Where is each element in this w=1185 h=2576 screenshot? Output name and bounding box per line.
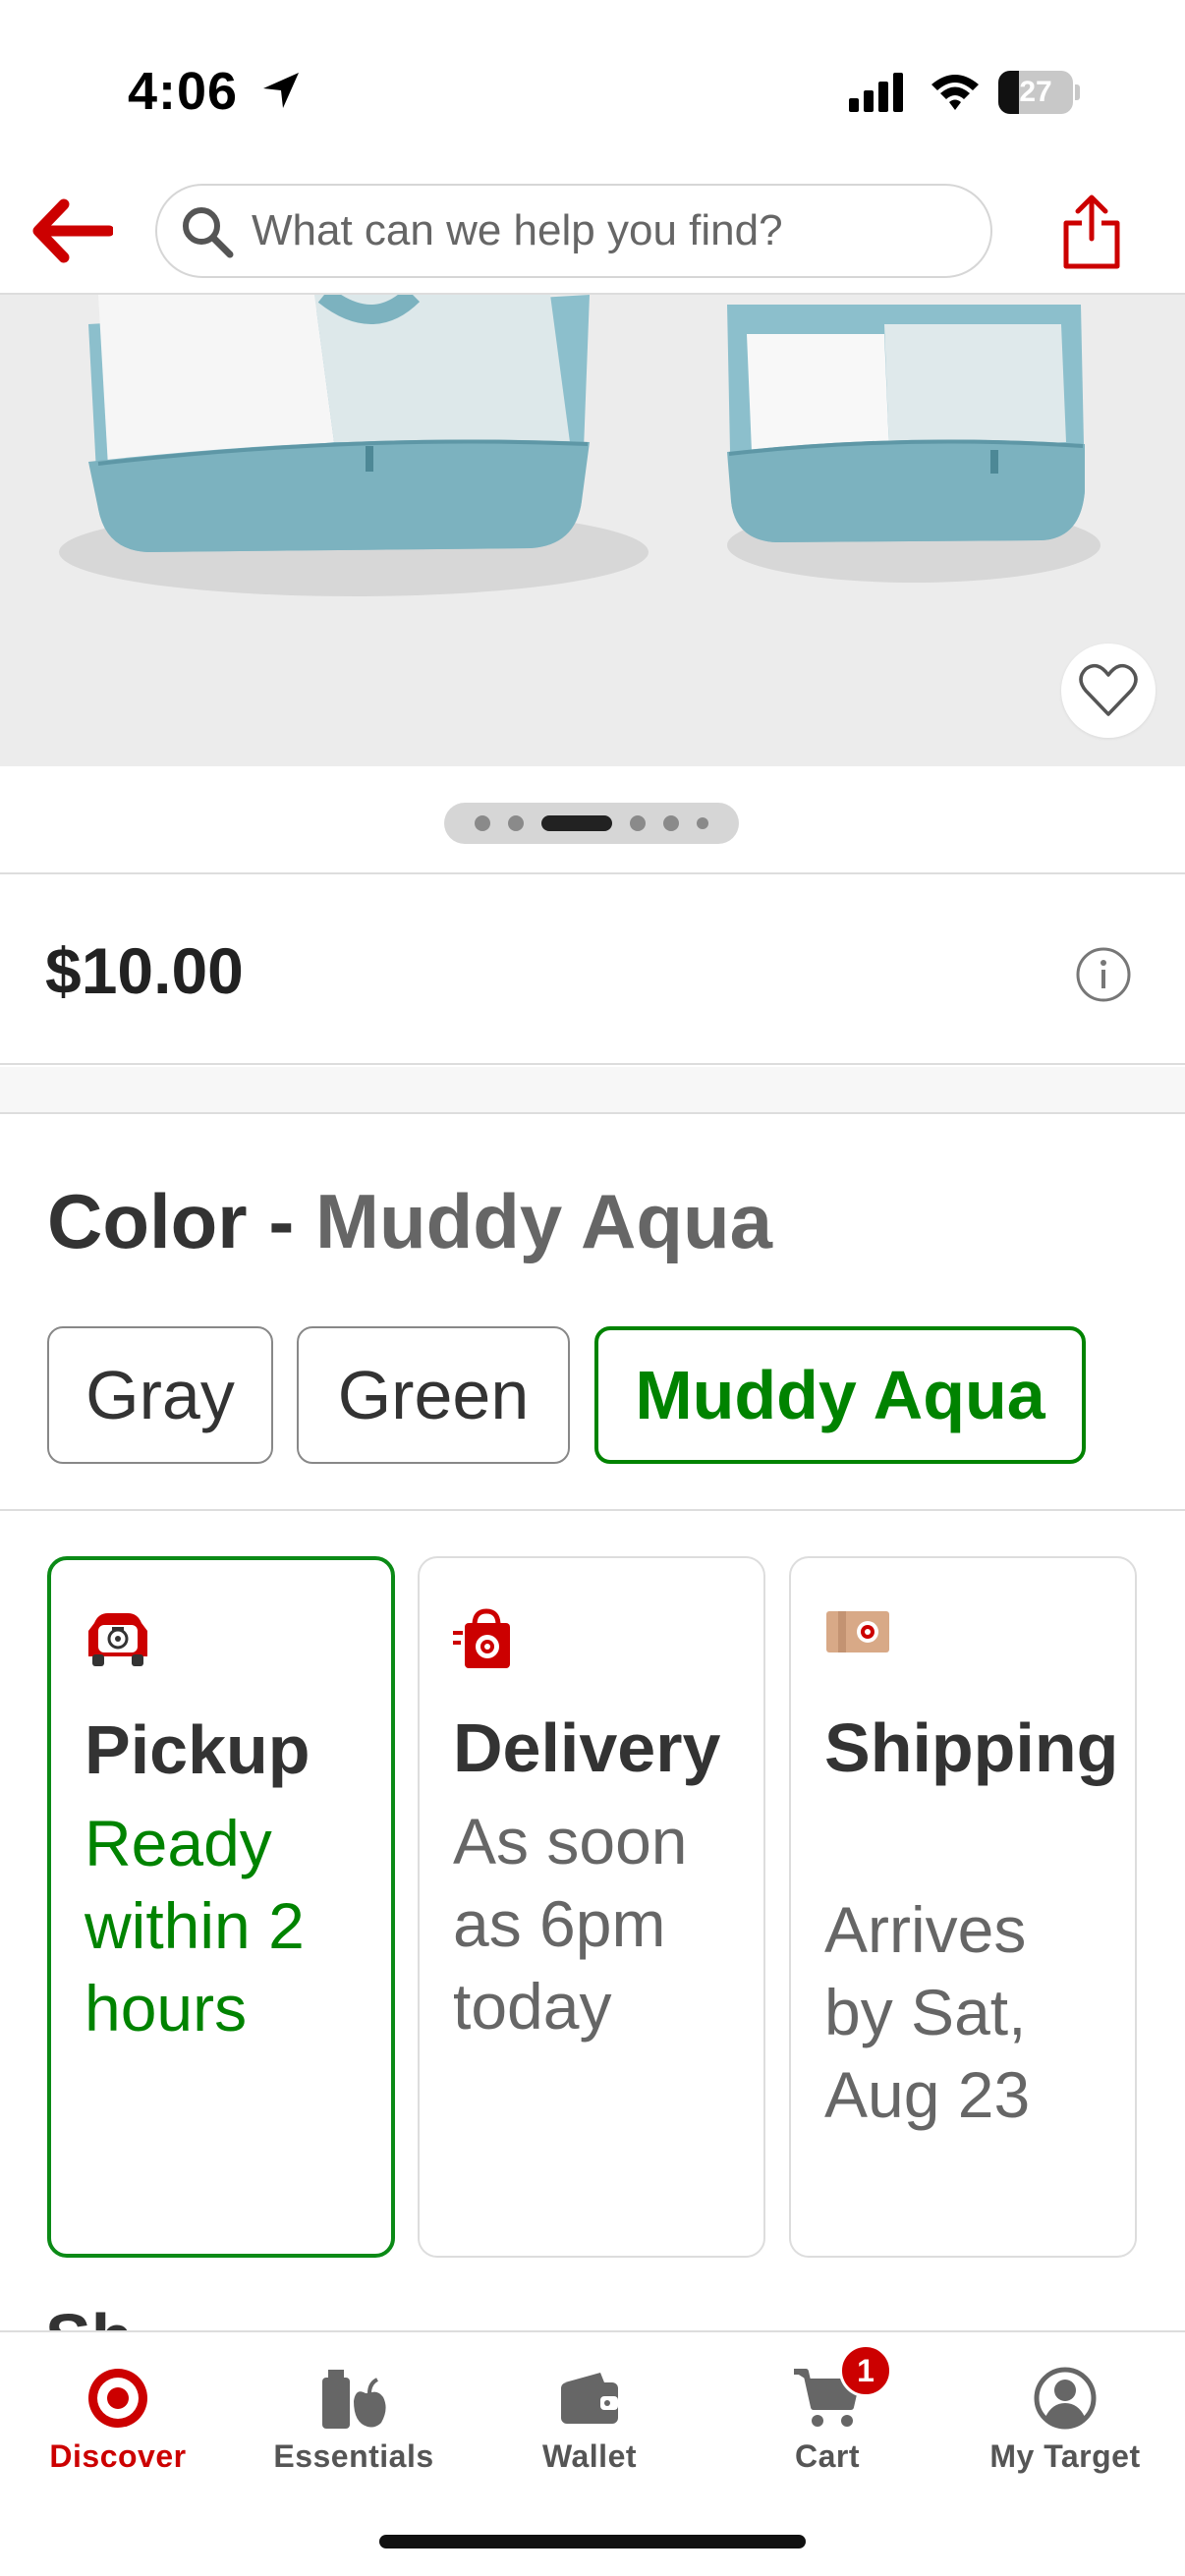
search-input[interactable]: What can we help you find? [155, 184, 992, 278]
nav-discover[interactable]: Discover [0, 2332, 236, 2499]
search-placeholder: What can we help you find? [252, 206, 783, 254]
back-button[interactable] [28, 187, 116, 275]
info-icon[interactable] [1074, 945, 1133, 1004]
nav-label: Essentials [273, 2438, 434, 2474]
essentials-icon [322, 2370, 386, 2429]
gallery-dot[interactable] [663, 815, 679, 831]
product-image[interactable] [0, 295, 1185, 766]
color-option-label: Green [337, 1357, 530, 1433]
back-arrow-icon [32, 198, 113, 263]
status-bar: 4:06 27 [0, 0, 1185, 177]
nav-label: Cart [794, 2438, 860, 2474]
status-time: 4:06 [128, 62, 239, 121]
battery-level: 27 [1019, 76, 1052, 108]
location-arrow-icon [263, 73, 299, 108]
fulfillment-title: Shipping [824, 1709, 1119, 1786]
search-header: What can we help you find? [0, 177, 1185, 295]
favorite-button[interactable] [1061, 644, 1156, 738]
wifi-icon [931, 75, 979, 110]
fulfillment-card-pickup[interactable]: Pickup Ready within 2 hours [47, 1556, 395, 2258]
target-logo-icon [88, 2369, 147, 2428]
color-label: Color [47, 1178, 248, 1264]
color-option-label: Gray [85, 1357, 235, 1433]
color-selector: Color - Muddy Aqua Gray Green Muddy Aqua [0, 1116, 1185, 1511]
nav-cart[interactable]: 1 Cart [709, 2332, 945, 2499]
battery-icon: 27 [998, 71, 1080, 114]
share-button[interactable] [1047, 185, 1136, 279]
cart-count-badge: 1 [839, 2344, 892, 2397]
next-section-heading: Sh [45, 2299, 133, 2334]
fulfillment-title: Delivery [453, 1709, 721, 1786]
fulfillment-subtitle: Ready within 2 hours [85, 1807, 305, 2044]
price-row: $10.00 [0, 876, 1185, 1065]
fulfillment-card-delivery[interactable]: Delivery As soon as 6pm today [418, 1556, 765, 2258]
color-separator: - [247, 1178, 315, 1264]
product-page: 4:06 27 What can we help you find? $10.0… [0, 0, 1185, 2576]
packing-cubes-photo [59, 295, 1100, 596]
fulfillment-title: Pickup [85, 1711, 310, 1788]
color-option-label: Muddy Aqua [635, 1357, 1045, 1433]
pickup-car-icon [88, 1613, 147, 1666]
gallery-dot[interactable] [697, 817, 708, 829]
search-icon [183, 207, 234, 258]
account-icon [1034, 2367, 1097, 2430]
product-price: $10.00 [45, 934, 244, 1007]
color-option-muddy-aqua[interactable]: Muddy Aqua [594, 1326, 1086, 1464]
gallery-dot[interactable] [508, 815, 524, 831]
delivery-bag-icon [453, 1608, 510, 1668]
gallery-dot[interactable] [630, 815, 646, 831]
wallet-icon [561, 2373, 618, 2424]
nav-label: Wallet [541, 2438, 638, 2474]
nav-wallet[interactable]: Wallet [472, 2332, 707, 2499]
nav-label: My Target [989, 2438, 1141, 2474]
fulfillment-card-shipping[interactable]: Shipping Arrives by Sat, Aug 23 [789, 1556, 1137, 2258]
color-heading: Color - Muddy Aqua [47, 1177, 772, 1266]
section-divider [0, 1067, 1185, 1114]
nav-essentials[interactable]: Essentials [236, 2332, 472, 2499]
fulfillment-subtitle: Arrives by Sat, Aug 23 [824, 1893, 1031, 2131]
gallery-dot[interactable] [475, 815, 490, 831]
cellular-signal-icon [849, 73, 903, 112]
selected-color-name: Muddy Aqua [314, 1178, 773, 1264]
color-option-green[interactable]: Green [297, 1326, 570, 1464]
gallery-dot-active[interactable] [541, 815, 612, 831]
nav-label: Discover [49, 2438, 187, 2474]
color-option-gray[interactable]: Gray [47, 1326, 273, 1464]
home-indicator[interactable] [379, 2535, 806, 2548]
shipping-box-icon [826, 1611, 889, 1652]
share-icon [1063, 195, 1120, 269]
fulfillment-subtitle: As soon as 6pm today [453, 1805, 688, 2043]
gallery-pagination [0, 766, 1185, 874]
nav-my-target[interactable]: My Target [947, 2332, 1183, 2499]
gallery-dots[interactable] [444, 803, 739, 844]
heart-icon [1079, 663, 1138, 716]
